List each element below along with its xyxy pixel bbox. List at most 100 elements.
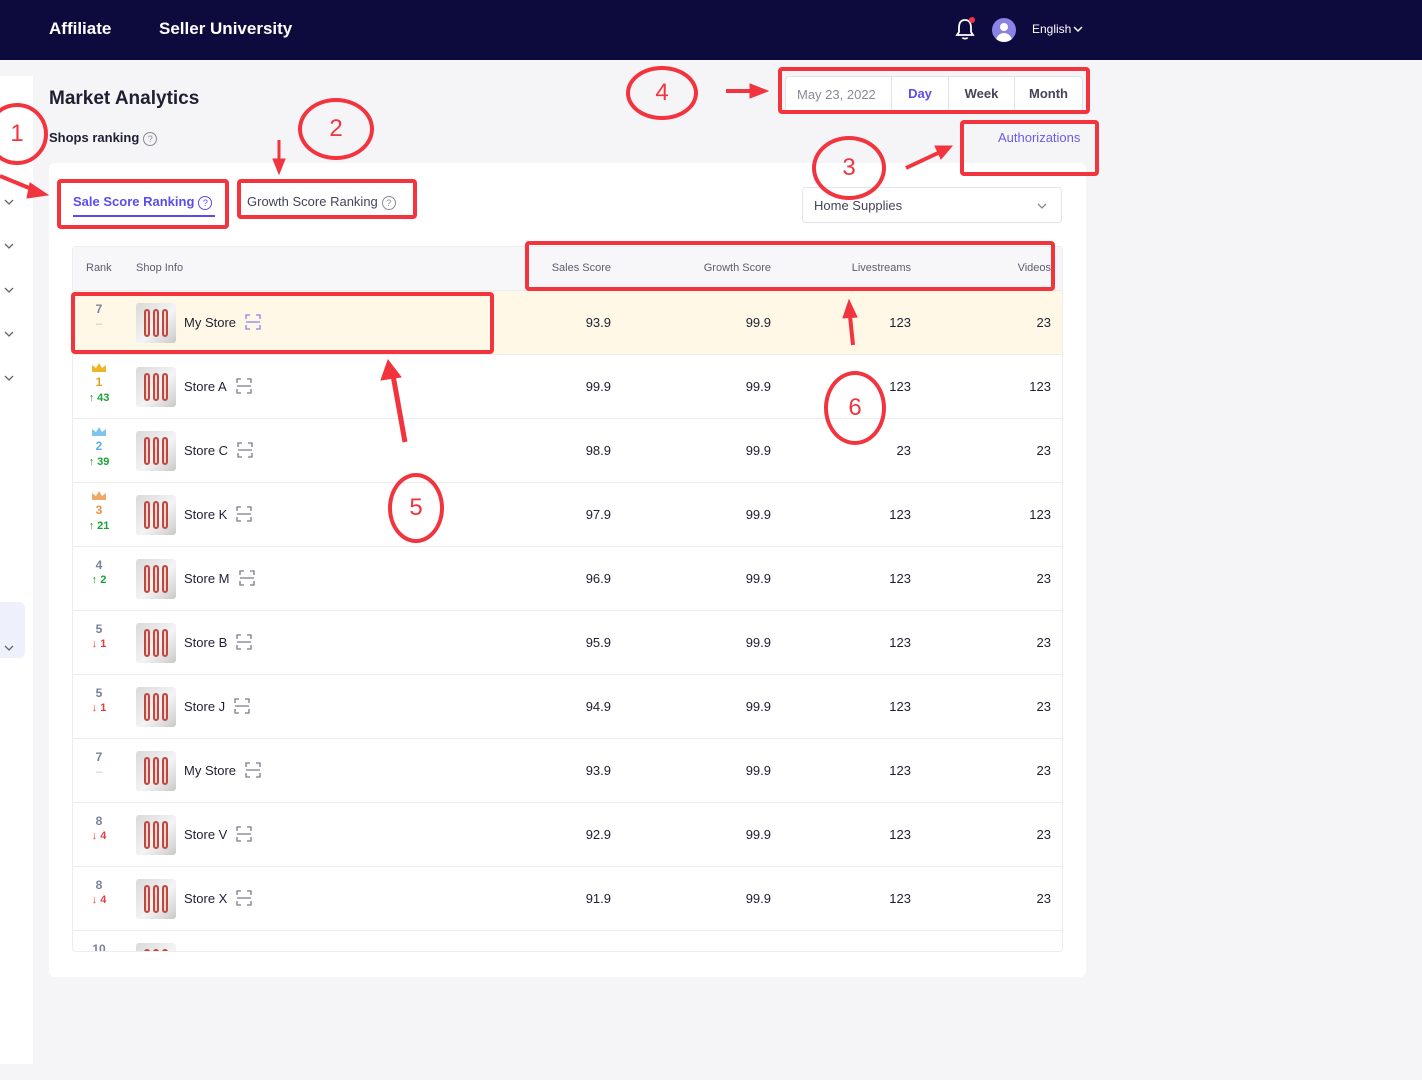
annotation-box-4 xyxy=(778,67,1090,114)
help-icon[interactable]: ? xyxy=(143,131,158,146)
sidebar-chevron-down-icon[interactable] xyxy=(4,643,14,653)
videos-cell: 23 xyxy=(1036,443,1051,458)
chevron-down-icon[interactable] xyxy=(1073,24,1083,34)
rank-change: ↓ 4 xyxy=(73,894,125,906)
crown-icon xyxy=(92,363,106,372)
scan-icon[interactable] xyxy=(236,826,252,842)
sidebar-chevron-down-icon[interactable] xyxy=(4,197,14,207)
language-selector[interactable]: English xyxy=(1032,22,1071,36)
rank-change-value: 1 xyxy=(100,702,107,714)
table-row[interactable]: 5 ↓ 1 Store J 94.9 99.9 123 23 xyxy=(73,674,1062,738)
scan-icon[interactable] xyxy=(236,506,252,522)
table-row[interactable]: 10 xyxy=(73,930,1062,952)
sales-score-cell: 94.9 xyxy=(585,699,611,714)
shop-name[interactable]: Store B xyxy=(184,635,227,650)
chevron-down-icon xyxy=(1037,203,1047,209)
shop-name[interactable]: Store M xyxy=(184,571,230,586)
growth-score-cell: 99.9 xyxy=(745,571,771,586)
rank-change: ↓ 4 xyxy=(73,830,125,842)
table-row[interactable]: 3 ↑ 21 Store K 97.9 99.9 123 123 xyxy=(73,482,1062,546)
videos-cell: 23 xyxy=(1036,635,1051,650)
shop-name[interactable]: Store J xyxy=(184,699,225,714)
shop-thumbnail[interactable] xyxy=(136,879,176,919)
shop-name[interactable]: Store A xyxy=(184,379,227,394)
rank-number: 8 xyxy=(95,814,103,828)
shop-thumbnail[interactable] xyxy=(136,815,176,855)
crown-icon xyxy=(92,491,106,500)
growth-score-cell: 99.9 xyxy=(745,763,771,778)
sidebar-chevron-down-icon[interactable] xyxy=(4,329,14,339)
rank-change: ↓ 1 xyxy=(73,638,125,650)
avatar[interactable] xyxy=(992,18,1016,42)
rank-change-value: 4 xyxy=(100,894,107,906)
scan-icon[interactable] xyxy=(234,698,250,714)
category-select-value: Home Supplies xyxy=(814,198,903,213)
rank-number: 7 xyxy=(95,750,103,764)
table-row[interactable]: 8 ↓ 4 Store X 91.9 99.9 123 23 xyxy=(73,866,1062,930)
table-row[interactable]: 2 ↑ 39 Store C 98.9 99.9 23 23 xyxy=(73,418,1062,482)
sidebar xyxy=(0,76,33,1064)
shop-thumbnail[interactable] xyxy=(136,943,176,951)
shop-thumbnail[interactable] xyxy=(136,559,176,599)
rank-change-value: 39 xyxy=(97,456,110,468)
annotation-box-6 xyxy=(525,241,1055,291)
table-row[interactable]: 5 ↓ 1 Store B 95.9 99.9 123 23 xyxy=(73,610,1062,674)
growth-score-cell: 99.9 xyxy=(745,379,771,394)
livestreams-cell: 23 xyxy=(896,443,911,458)
scan-icon[interactable] xyxy=(239,570,255,586)
videos-cell: 23 xyxy=(1036,571,1051,586)
livestreams-cell: 123 xyxy=(889,315,911,330)
rank-change-value: 1 xyxy=(100,638,107,650)
shop-name[interactable]: Store X xyxy=(184,891,227,906)
table-row[interactable]: 4 ↑ 2 Store M 96.9 99.9 123 23 xyxy=(73,546,1062,610)
videos-cell: 23 xyxy=(1036,699,1051,714)
rank-down-arrow-icon: ↓ xyxy=(91,702,98,714)
table-row[interactable]: 7 – My Store 93.9 99.9 123 23 xyxy=(73,738,1062,802)
shop-thumbnail[interactable] xyxy=(136,367,176,407)
nav-link-seller-university[interactable]: Seller University xyxy=(159,19,292,39)
scan-icon[interactable] xyxy=(236,634,252,650)
livestreams-cell: 123 xyxy=(889,699,911,714)
sidebar-chevron-down-icon[interactable] xyxy=(4,285,14,295)
table-row[interactable]: 8 ↓ 4 Store V 92.9 99.9 123 23 xyxy=(73,802,1062,866)
scan-icon[interactable] xyxy=(236,378,252,394)
shop-name[interactable]: Store V xyxy=(184,827,227,842)
sidebar-chevron-down-icon[interactable] xyxy=(4,373,14,383)
shop-thumbnail[interactable] xyxy=(136,687,176,727)
shop-name[interactable]: My Store xyxy=(184,763,236,778)
rank-down-arrow-icon: ↓ xyxy=(91,894,98,906)
sales-score-cell: 91.9 xyxy=(585,891,611,906)
shop-thumbnail[interactable] xyxy=(136,431,176,471)
annotation-marker-6: 6 xyxy=(824,371,886,445)
shop-thumbnail[interactable] xyxy=(136,623,176,663)
rank-up-arrow-icon: ↑ xyxy=(88,520,95,532)
rank-up-arrow-icon: ↑ xyxy=(88,392,95,404)
shop-name[interactable]: Store K xyxy=(184,507,227,522)
shop-thumbnail[interactable] xyxy=(136,751,176,791)
annotation-box-1 xyxy=(57,179,229,229)
nav-link-affiliate[interactable]: Affiliate xyxy=(49,19,111,39)
livestreams-cell: 123 xyxy=(889,379,911,394)
scan-icon[interactable] xyxy=(236,890,252,906)
annotation-box-2 xyxy=(237,179,417,219)
sales-score-cell: 95.9 xyxy=(585,635,611,650)
page-title: Market Analytics xyxy=(49,88,200,109)
rank-change: ↑ 21 xyxy=(73,520,125,532)
annotation-marker-4: 4 xyxy=(626,66,698,120)
livestreams-cell: 123 xyxy=(889,507,911,522)
annotation-box-5 xyxy=(71,292,494,354)
shop-thumbnail[interactable] xyxy=(136,495,176,535)
annotation-marker-5: 5 xyxy=(388,473,444,543)
shop-name[interactable]: Store C xyxy=(184,443,228,458)
sidebar-chevron-down-icon[interactable] xyxy=(4,241,14,251)
rank-number: 10 xyxy=(92,942,106,952)
scan-icon[interactable] xyxy=(237,442,253,458)
growth-score-cell: 99.9 xyxy=(745,891,771,906)
growth-score-cell: 99.9 xyxy=(745,699,771,714)
scan-icon[interactable] xyxy=(245,762,261,778)
table-row[interactable]: 1 ↑ 43 Store A 99.9 99.9 123 123 xyxy=(73,354,1062,418)
sales-score-cell: 96.9 xyxy=(585,571,611,586)
livestreams-cell: 123 xyxy=(889,635,911,650)
sales-score-cell: 97.9 xyxy=(585,507,611,522)
videos-cell: 23 xyxy=(1036,827,1051,842)
